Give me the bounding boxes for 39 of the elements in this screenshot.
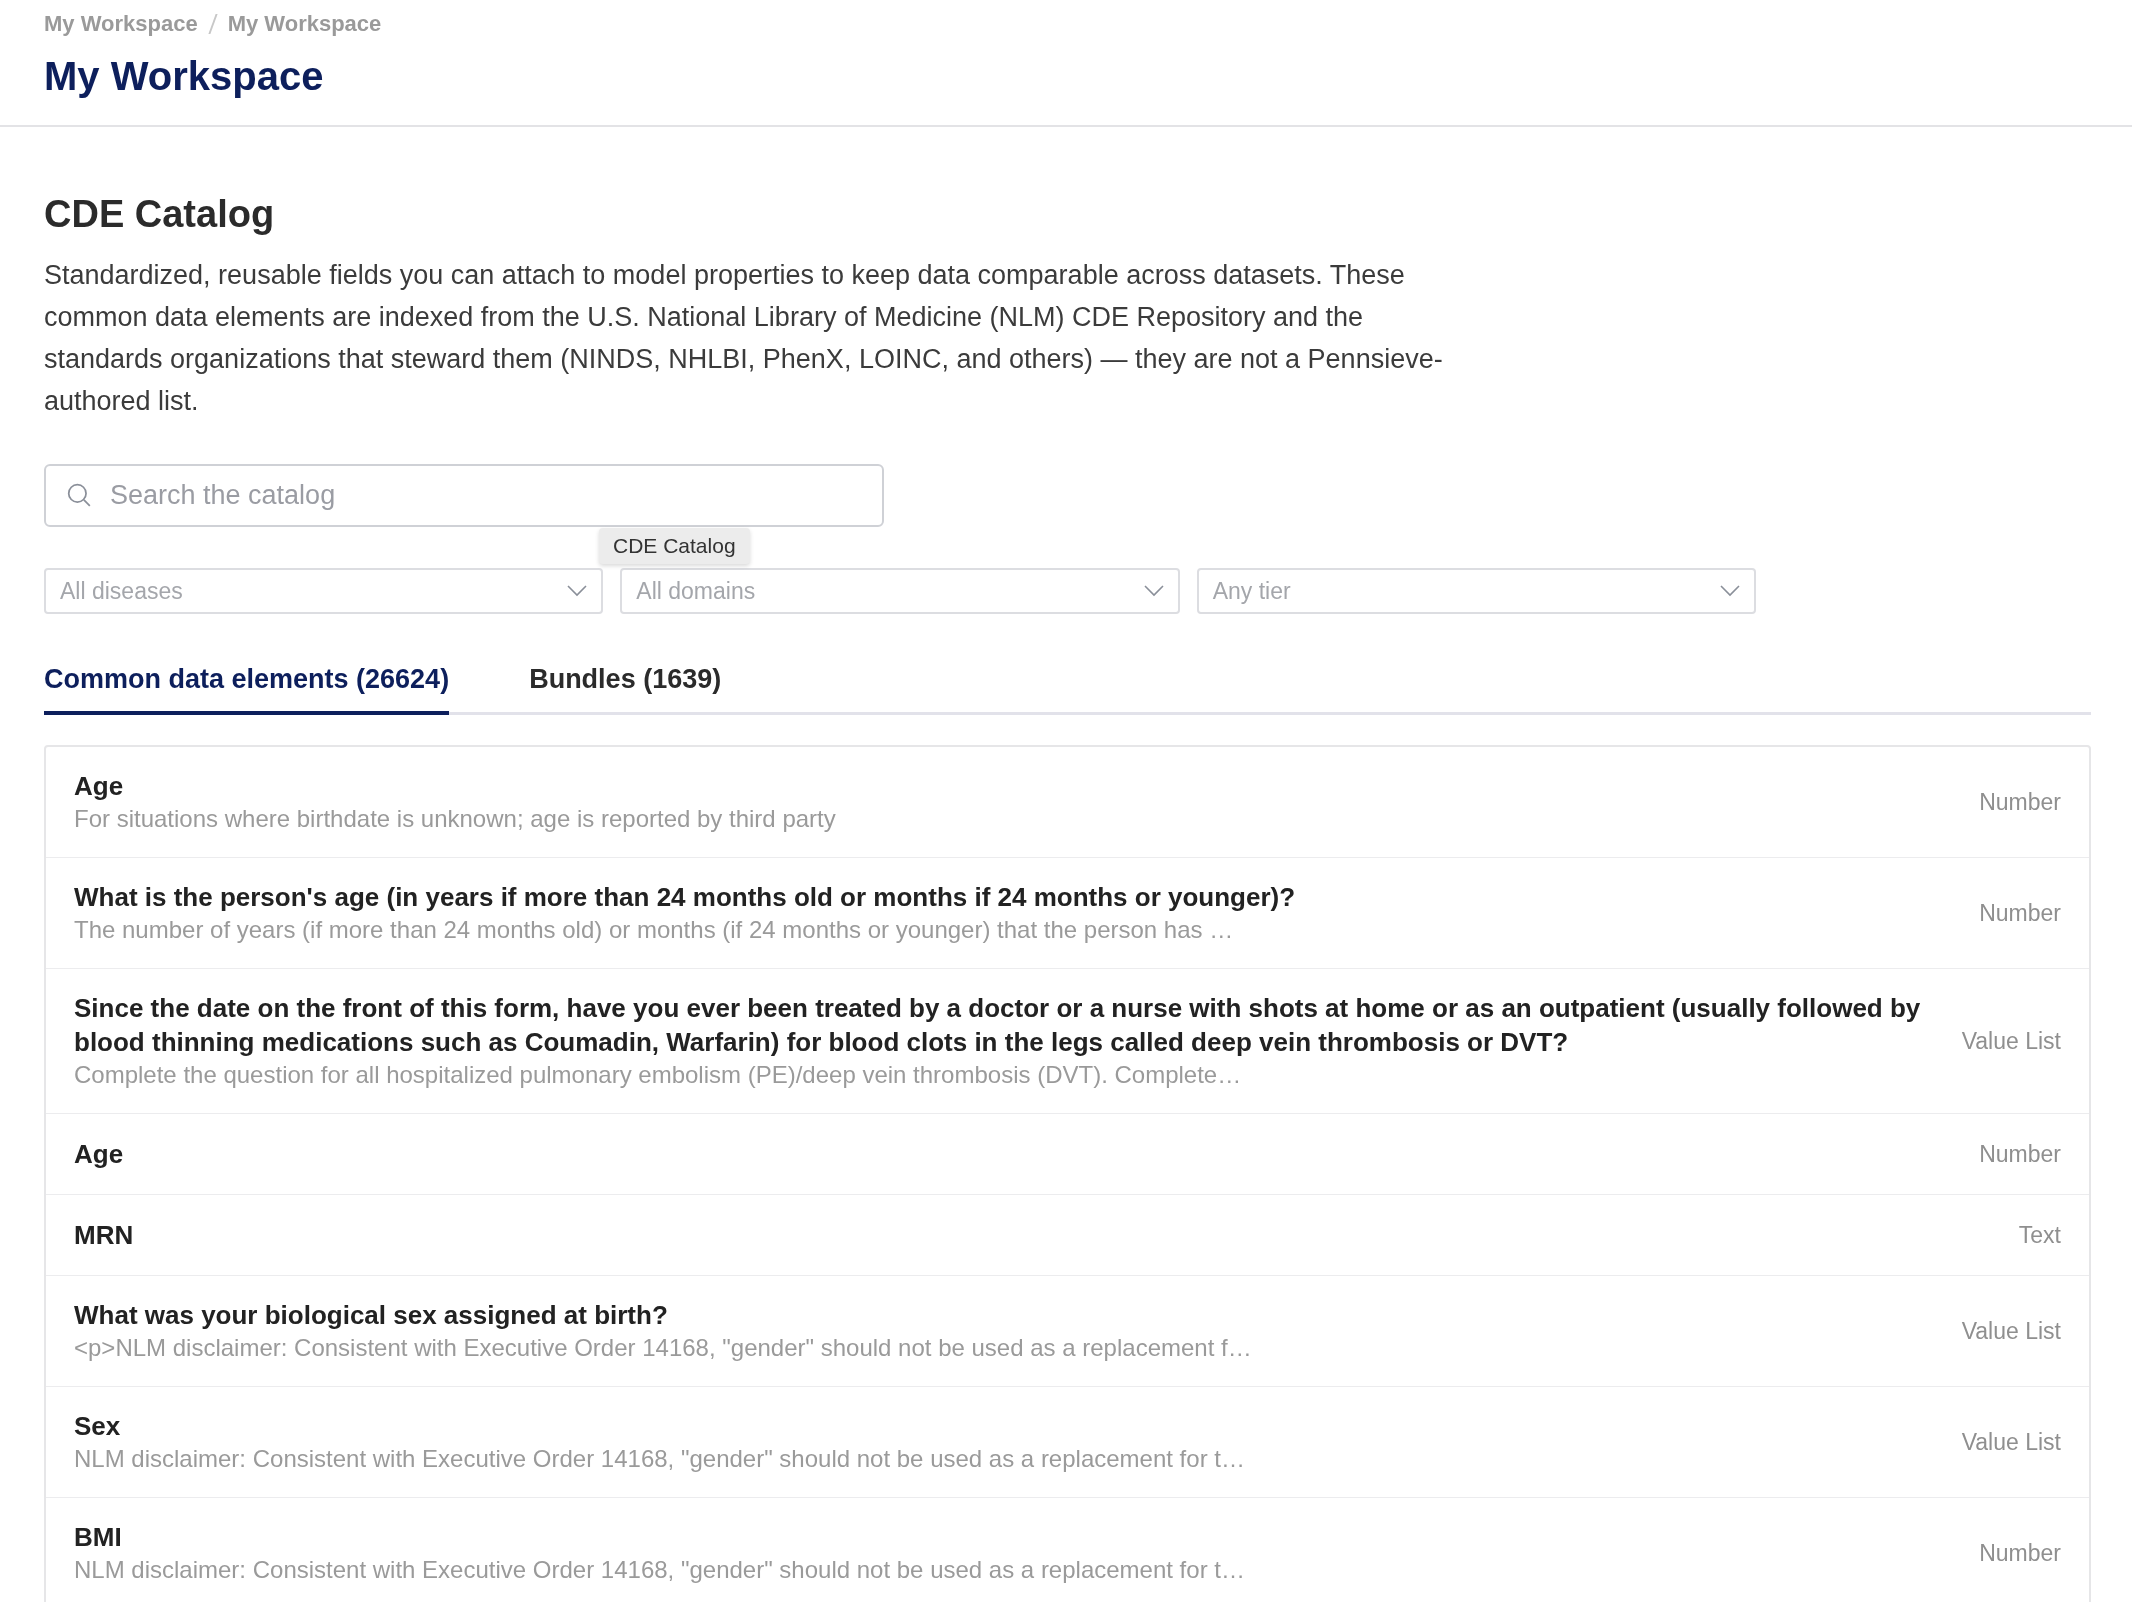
element-title: MRN [74, 1219, 135, 1252]
chevron-down-icon [1720, 585, 1740, 597]
element-type: Text [2018, 1221, 2061, 1249]
search-icon [66, 482, 92, 508]
tab[interactable]: Bundles (1639) [529, 664, 722, 715]
element-row[interactable]: Age Number [46, 1114, 2089, 1195]
element-row[interactable]: MRN Text [46, 1195, 2089, 1276]
element-type: Number [1979, 1140, 2061, 1168]
tab[interactable]: Common data elements (26624) [44, 664, 450, 715]
element-title: Sex [74, 1410, 122, 1443]
element-title: Age [74, 770, 125, 803]
element-title: Since the date on the front of this form, have you ever been treated by a doctor or a nurse with shots at home or as an outpatient (usually followed by blood thinning medications such as Coumadin, Warfarin) for blood clots in the legs called deep vein thrombosis or DVT? [74, 992, 1922, 1059]
element-type: Number [1979, 788, 2061, 816]
chevron-down-icon [567, 585, 588, 597]
element-description: For situations where birthdate is unknown; age is reported by third party [74, 804, 837, 834]
element-type: Number [1979, 899, 2061, 927]
element-type: Number [1979, 1539, 2061, 1567]
element-row[interactable]: Age For situations where birthdate is unknown; age is reported by third party Number [46, 747, 2089, 858]
element-row[interactable]: What was your biological sex assigned at birth? <p>NLM disclaimer: Consistent with Executive Order 14168, "gender" should not be used as a replacement f… Value List [46, 1276, 2089, 1387]
element-title: What is the person's age (in years if more than 24 months old or months if 24 months or younger)? [74, 881, 1297, 914]
element-description: Complete the question for all hospitalized pulmonary embolism (PE)/deep vein thrombosis (DVT). Complete… [74, 1060, 1243, 1090]
page-title: My Workspace [44, 54, 325, 99]
element-description: NLM disclaimer: Consistent with Executive Order 14168, "gender" should not be used as a replacement for t… [74, 1444, 1246, 1474]
element-row[interactable]: Sex NLM disclaimer: Consistent with Executive Order 14168, "gender" should not be used as a replacement for t… Value List [46, 1387, 2089, 1498]
element-row[interactable]: BMI NLM disclaimer: Consistent with Executive Order 14168, "gender" should not be used as a replacement for t… Number [46, 1498, 2089, 1602]
element-type: Value List [1961, 1027, 2061, 1055]
section-description: Standardized, reusable fields you can attach to model properties to keep data comparable across datasets. These common data elements are indexed from the U.S. National Library of Medicine (NLM) CDE Repository and the standards organizations that steward them (NINDS, NHLBI, PhenX, LOINC, and others) — they are not a Pennsieve-authored list. [44, 259, 1444, 418]
search-field[interactable]: Search the catalog [44, 464, 884, 527]
tooltip: CDE Catalog [599, 528, 750, 564]
element-description: The number of years (if more than 24 months old) or months (if 24 months or younger) that the person has … [74, 915, 1235, 945]
element-description: <p>NLM disclaimer: Consistent with Executive Order 14168, "gender" should not be used as a replacement f… [74, 1333, 1253, 1363]
element-title: What was your biological sex assigned at birth? [74, 1299, 669, 1332]
element-title: BMI [74, 1521, 123, 1554]
element-description: NLM disclaimer: Consistent with Executive Order 14168, "gender" should not be used as a replacement for t… [74, 1555, 1246, 1585]
section-title: CDE Catalog [44, 193, 276, 236]
element-type: Value List [1961, 1317, 2061, 1345]
chevron-down-icon [1143, 585, 1164, 597]
element-title: Age [74, 1138, 125, 1171]
element-type: Value List [1961, 1428, 2061, 1456]
